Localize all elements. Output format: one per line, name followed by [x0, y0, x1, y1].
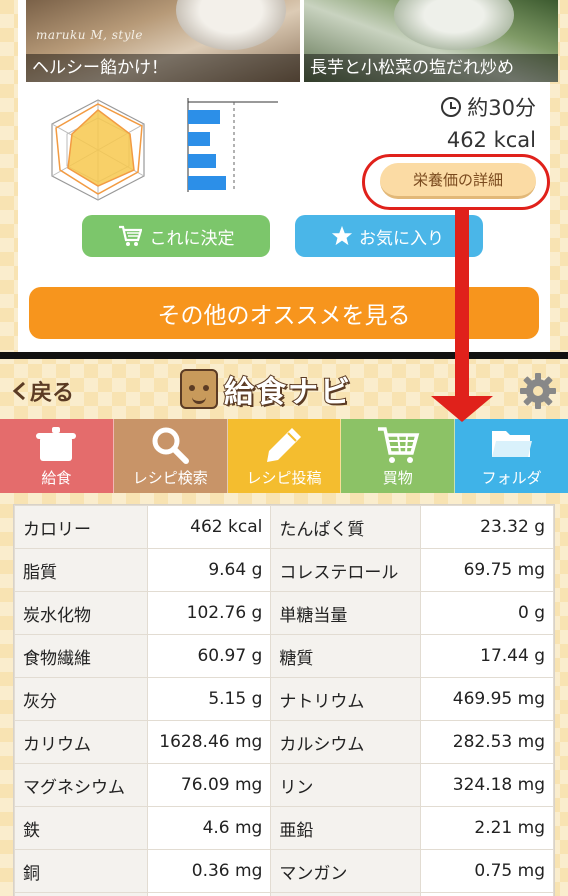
nutrient-value: 0 g: [419, 591, 555, 635]
nutrient-value: [147, 892, 272, 896]
nutrient-name: マンガン: [270, 849, 421, 893]
chevron-left-icon: [12, 381, 25, 401]
folder-icon: [491, 431, 532, 457]
table-row: 食物繊維 60.97 g 糖質 17.44 g: [13, 634, 555, 678]
cooking-time: 約30分: [441, 92, 536, 122]
nutrient-name: 鉄: [13, 806, 149, 850]
tab-shopping[interactable]: 買物: [341, 419, 456, 493]
calorie-value: 462 kcal: [446, 128, 536, 152]
nutrient-name: リン: [270, 763, 421, 807]
nutrition-bar-chart: [187, 98, 278, 192]
tab-folder[interactable]: フォルダ: [455, 419, 568, 493]
cart-icon: [377, 427, 420, 463]
tab-label: フォルダ: [481, 469, 542, 487]
nutrient-name: 食物繊維: [13, 634, 149, 678]
nutrient-name: 単糖当量: [270, 591, 421, 635]
tab-recipe-search[interactable]: レシピ検索: [113, 419, 228, 493]
nutrient-name: 銅: [13, 849, 149, 893]
table-row: カリウム 1628.46 mg カルシウム 282.53 mg: [13, 720, 555, 764]
table-row: [13, 892, 555, 896]
recipe-photo-1[interactable]: maruku M, style ヘルシー餡かけ！: [26, 0, 300, 82]
nutrient-name: コレステロール: [270, 548, 421, 592]
nutrient-value: 324.18 mg: [419, 763, 555, 807]
decide-label: これに決定: [149, 228, 235, 249]
decide-button[interactable]: これに決定: [82, 215, 270, 257]
favorite-label: お気に入り: [359, 228, 444, 249]
table-row: 銅 0.36 mg マンガン 0.75 mg: [13, 849, 555, 893]
recipe-photo-2[interactable]: 長芋と小松菜の塩だれ炒め: [304, 0, 558, 82]
nutrient-name: たんぱく質: [270, 505, 421, 549]
nutrition-radar-chart: [51, 99, 145, 201]
table-row: 脂質 9.64 g コレステロール 69.75 mg: [13, 548, 555, 592]
nutrient-value: 0.36 mg: [147, 849, 272, 893]
nutrient-value: 9.64 g: [147, 548, 272, 592]
tab-label: 買物: [382, 469, 413, 487]
nutrient-value: 23.32 g: [419, 505, 555, 549]
nutrient-value: 69.75 mg: [419, 548, 555, 592]
nutrient-value: 5.15 g: [147, 677, 272, 721]
nutrition-table: カロリー 462 kcal たんぱく質 23.32 g 脂質 9.64 g コレステロール 6…: [13, 504, 555, 896]
nutrient-name: マグネシウム: [13, 763, 149, 807]
nutrient-name: [270, 892, 421, 896]
tab-label: レシピ検索: [132, 469, 208, 487]
nutrient-name: 亜鉛: [270, 806, 421, 850]
table-row: 灰分 5.15 g ナトリウム 469.95 mg: [13, 677, 555, 721]
nutrient-name: カルシウム: [270, 720, 421, 764]
tab-school-lunch[interactable]: 給食: [0, 419, 114, 493]
nutrient-value: 282.53 mg: [419, 720, 555, 764]
table-row: マグネシウム 76.09 mg リン 324.18 mg: [13, 763, 555, 807]
nutrient-value: 76.09 mg: [147, 763, 272, 807]
pencil-icon: [266, 428, 301, 462]
red-arrow-shaft: [455, 208, 469, 398]
cooking-time-value: 約30分: [467, 96, 536, 120]
photo-credit: maruku M, style: [36, 28, 143, 42]
gear-icon[interactable]: [518, 371, 558, 411]
nutrient-value: 0.75 mg: [419, 849, 555, 893]
table-row: 炭水化物 102.76 g 単糖当量 0 g: [13, 591, 555, 635]
recipe-name-1: ヘルシー餡かけ！: [32, 58, 168, 78]
magnifier-icon: [152, 427, 190, 464]
nutrient-name: カリウム: [13, 720, 149, 764]
clock-icon: [441, 97, 462, 117]
nutrient-value: [419, 892, 555, 896]
nutrient-name: 糖質: [270, 634, 421, 678]
nutrient-name: 脂質: [13, 548, 149, 592]
mascot-icon: [180, 369, 218, 409]
back-button[interactable]: 戻る: [12, 375, 74, 407]
table-row: カロリー 462 kcal たんぱく質 23.32 g: [13, 505, 555, 549]
tab-bar: 給食 レシピ検索 レシピ投稿 買物 フォルダ: [0, 419, 568, 493]
nutrient-value: 1628.46 mg: [147, 720, 272, 764]
nutrient-value: 17.44 g: [419, 634, 555, 678]
nutrient-value: 2.21 mg: [419, 806, 555, 850]
star-icon: [331, 225, 353, 246]
nutrient-name: カロリー: [13, 505, 149, 549]
nutrient-name: ナトリウム: [270, 677, 421, 721]
tab-recipe-post[interactable]: レシピ投稿: [227, 419, 342, 493]
plate-image: [394, 0, 514, 50]
nutrition-detail-button[interactable]: 栄養価の詳細: [380, 163, 536, 199]
red-arrow-head: [431, 396, 493, 422]
recipe-card: maruku M, style ヘルシー餡かけ！ 長芋と小松菜の塩だれ炒め 約3…: [18, 0, 558, 355]
back-label: 戻る: [30, 381, 75, 406]
section-divider: [0, 352, 568, 359]
nutrient-name: 灰分: [13, 677, 149, 721]
pot-icon: [36, 427, 77, 461]
plate-image: [176, 0, 286, 50]
tab-label: レシピ投稿: [246, 469, 322, 487]
nutrient-value: 4.6 mg: [147, 806, 272, 850]
tab-label: 給食: [41, 469, 72, 487]
nutrient-value: 469.95 mg: [419, 677, 555, 721]
table-row: 鉄 4.6 mg 亜鉛 2.21 mg: [13, 806, 555, 850]
nutrient-name: [13, 892, 149, 896]
nutrient-value: 462 kcal: [147, 505, 272, 549]
recipe-name-2: 長芋と小松菜の塩だれ炒め: [310, 58, 514, 78]
app-logo: 給食ナビ: [180, 367, 352, 411]
nutrient-value: 60.97 g: [147, 634, 272, 678]
nutrient-name: 炭水化物: [13, 591, 149, 635]
nutrient-value: 102.76 g: [147, 591, 272, 635]
cart-icon: [118, 225, 142, 246]
logo-text: 給食ナビ: [223, 374, 352, 411]
